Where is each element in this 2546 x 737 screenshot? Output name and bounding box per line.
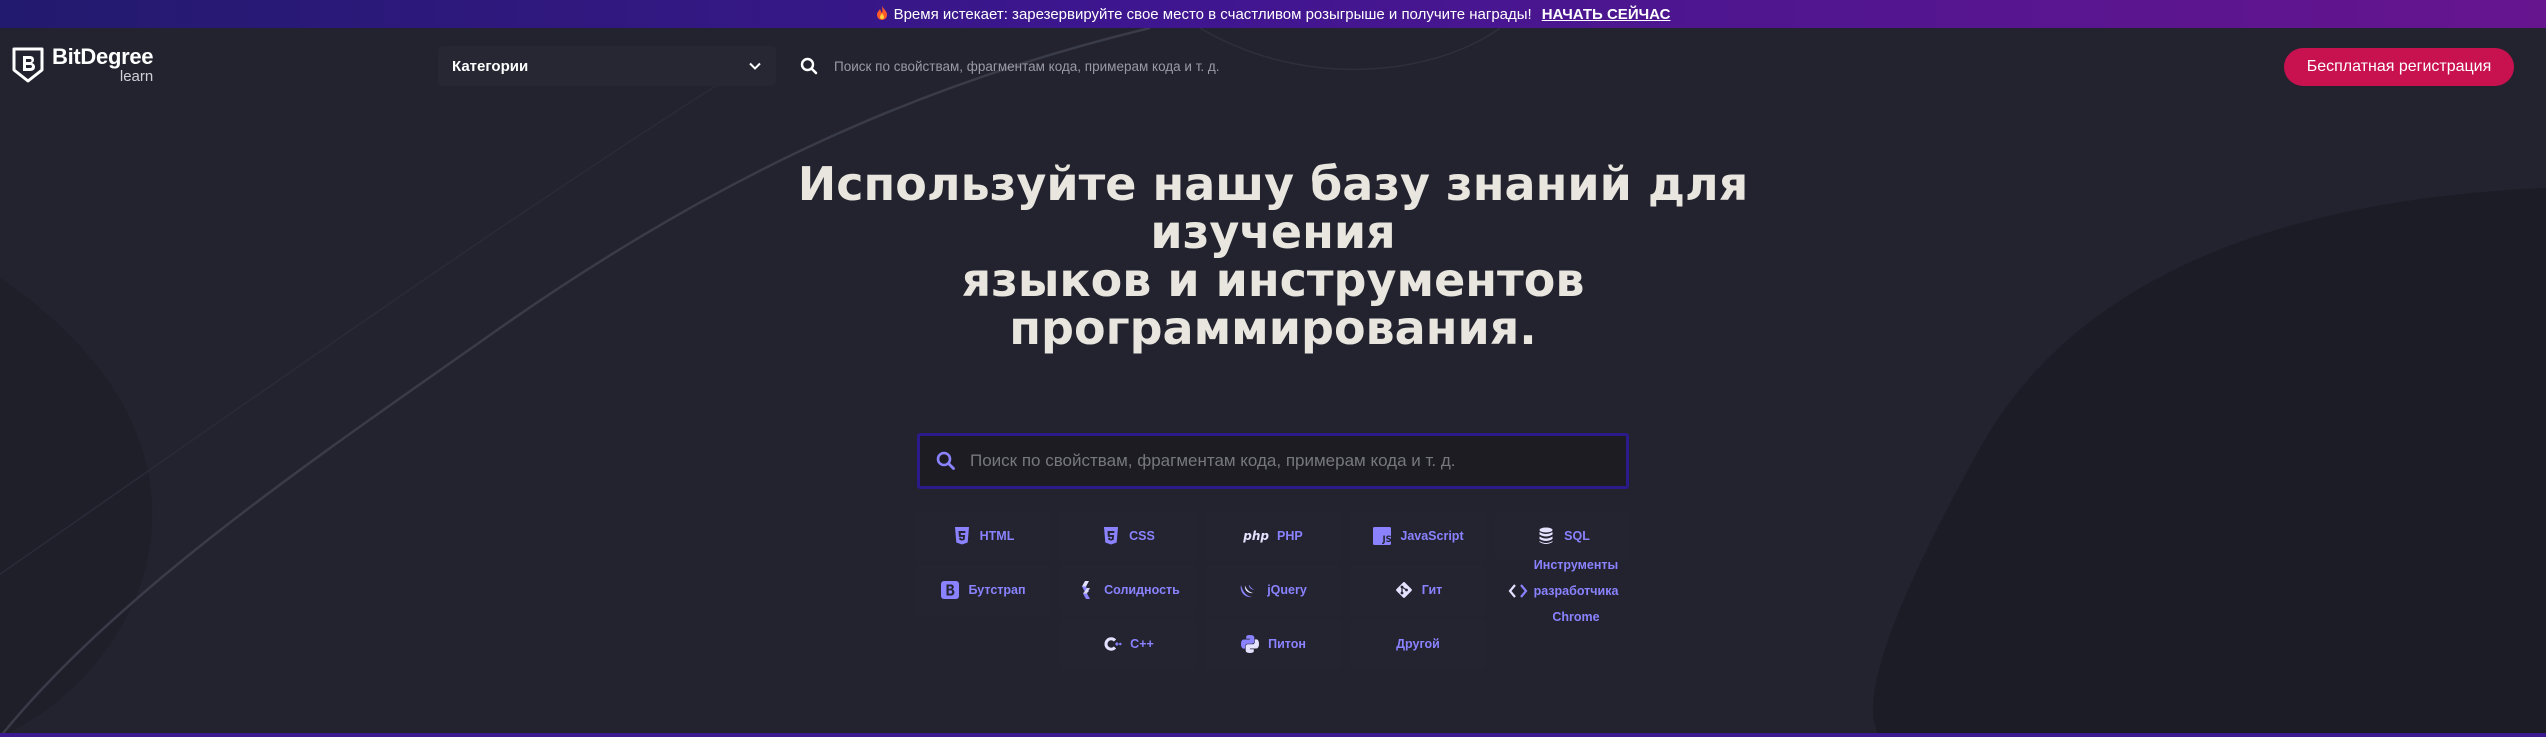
hero-title-line: языков и инструментов bbox=[961, 253, 1585, 307]
jquery-icon bbox=[1240, 584, 1255, 598]
banner-text: Время истекает: зарезервируйте свое мест… bbox=[893, 5, 1532, 23]
main-search-box bbox=[917, 433, 1629, 489]
hero-title-line: программирования. bbox=[1009, 301, 1537, 355]
category-label: разработчика bbox=[1533, 584, 1619, 598]
bottom-accent-line bbox=[0, 733, 2546, 737]
category-cplusplus[interactable]: C++ bbox=[1060, 619, 1196, 669]
category-label: Инструменты bbox=[1533, 558, 1619, 572]
category-label: Солидность bbox=[1104, 583, 1180, 597]
category-label: Гит bbox=[1421, 583, 1443, 597]
category-javascript[interactable]: JS JavaScript bbox=[1350, 511, 1486, 561]
category-solidity[interactable]: Солидность bbox=[1060, 565, 1196, 615]
category-grid: HTML CSS php PHP JS JavaScript SQL Бутст… bbox=[915, 511, 1631, 673]
category-bootstrap[interactable]: Бутстрап bbox=[915, 565, 1051, 615]
category-label: Другой bbox=[1396, 637, 1440, 651]
banner-cta-link[interactable]: НАЧАТЬ СЕЙЧАС bbox=[1542, 6, 1671, 23]
git-icon bbox=[1395, 582, 1412, 598]
javascript-icon: JS bbox=[1373, 527, 1392, 545]
chevron-down-icon bbox=[749, 62, 761, 70]
category-label: Бутстрап bbox=[968, 583, 1026, 597]
hero-title-line: Используйте нашу базу знаний для bbox=[797, 157, 1749, 211]
svg-text:JS: JS bbox=[1382, 535, 1392, 545]
site-header: BitDegree learn Категории Бесплатная рег… bbox=[0, 28, 2546, 106]
category-git[interactable]: Гит bbox=[1350, 565, 1486, 615]
category-html[interactable]: HTML bbox=[915, 511, 1051, 561]
search-icon bbox=[800, 57, 818, 75]
category-php[interactable]: php PHP bbox=[1205, 511, 1341, 561]
cplusplus-icon bbox=[1104, 637, 1122, 651]
fire-icon bbox=[876, 5, 888, 23]
bootstrap-icon bbox=[941, 581, 960, 599]
logo-subtitle: learn bbox=[119, 68, 154, 85]
header-search-input[interactable] bbox=[834, 58, 1434, 74]
logo-name: BitDegree bbox=[52, 44, 154, 69]
css3-icon bbox=[1104, 527, 1119, 545]
promo-banner: Время истекает: зарезервируйте свое мест… bbox=[0, 0, 2546, 28]
solidity-icon bbox=[1082, 581, 1091, 599]
code-brackets-icon bbox=[1508, 584, 1527, 598]
category-css[interactable]: CSS bbox=[1060, 511, 1196, 561]
categories-label: Категории bbox=[452, 57, 529, 75]
category-chrome-devtools[interactable]: Инструменты разработчика Chrome bbox=[1495, 539, 1631, 643]
category-other[interactable]: Другой bbox=[1350, 619, 1486, 669]
free-signup-button[interactable]: Бесплатная регистрация bbox=[2284, 48, 2514, 86]
category-label: Chrome bbox=[1552, 610, 1600, 624]
category-python[interactable]: Питон bbox=[1205, 619, 1341, 669]
header-search bbox=[800, 46, 1500, 86]
python-icon bbox=[1241, 635, 1260, 653]
category-label: CSS bbox=[1129, 529, 1155, 543]
category-jquery[interactable]: jQuery bbox=[1205, 565, 1341, 615]
search-icon bbox=[936, 451, 955, 470]
category-label: HTML bbox=[979, 529, 1015, 543]
bitdegree-logo-icon bbox=[12, 47, 44, 83]
logo[interactable]: BitDegree learn bbox=[12, 44, 154, 85]
html5-icon bbox=[954, 527, 969, 545]
main-search-input[interactable] bbox=[970, 451, 1610, 471]
grid-spacer bbox=[915, 619, 1051, 669]
php-icon: php bbox=[1243, 529, 1270, 543]
category-label: jQuery bbox=[1267, 583, 1307, 597]
category-label: C++ bbox=[1130, 637, 1154, 651]
category-label: Питон bbox=[1268, 637, 1306, 651]
hero-title: Используйте нашу базу знаний для изучени… bbox=[773, 160, 1773, 352]
category-label: JavaScript bbox=[1400, 529, 1464, 543]
category-label: PHP bbox=[1277, 529, 1303, 543]
categories-dropdown[interactable]: Категории bbox=[438, 46, 776, 86]
hero-title-line: изучения bbox=[1150, 205, 1396, 259]
